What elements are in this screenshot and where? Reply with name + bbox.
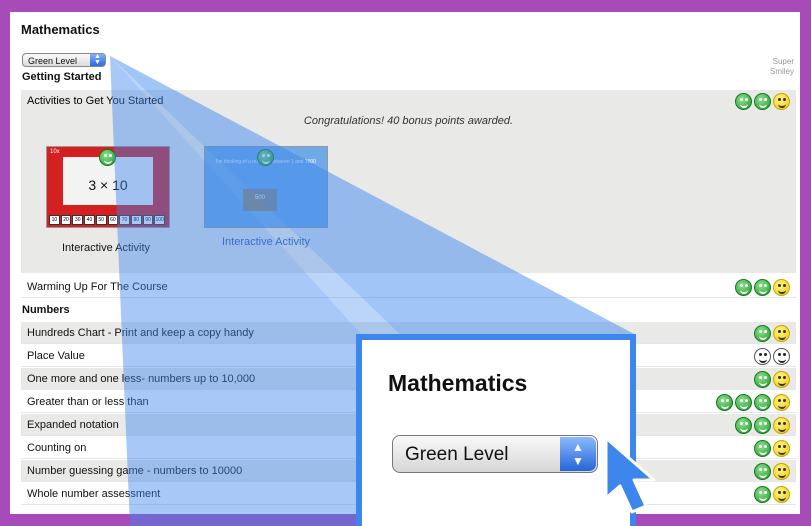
number-ruler: 10 20 30 40 50 60 70 80 90 100: [49, 215, 166, 225]
smiley-yellow-icon: [773, 463, 790, 480]
row-smileys: [754, 371, 790, 388]
smiley-green-icon: [754, 279, 771, 296]
smiley-green-icon: [735, 279, 752, 296]
smiley-green-icon: [754, 486, 771, 503]
row-smileys: [754, 325, 790, 342]
ruler-cell: 50: [95, 215, 107, 225]
smiley-green-icon: [754, 417, 771, 434]
section-getting-started: Getting Started: [22, 71, 102, 83]
zoom-title: Mathematics: [388, 370, 528, 396]
smiley-green-icon: [716, 394, 733, 411]
row-label: Expanded notation: [27, 419, 119, 431]
cursor-arrow-icon: [604, 436, 656, 514]
ruler-cell: 90: [142, 215, 154, 225]
zoom-callout: Mathematics Green Level ▲ ▼: [356, 334, 636, 526]
level-select[interactable]: Green Level ▲ ▼: [22, 53, 106, 67]
smiley-empty-icon: [754, 348, 771, 365]
ruler-cell: 30: [72, 215, 84, 225]
smiley-yellow-icon: [773, 371, 790, 388]
ruler-cell: 80: [130, 215, 142, 225]
stepper-arrows-icon: ▲ ▼: [90, 53, 105, 66]
row-label: Place Value: [27, 350, 85, 362]
row-label: Warming Up For The Course: [27, 281, 168, 293]
value-display: 500: [243, 189, 277, 211]
congrats-message: Congratulations! 40 bonus points awarded…: [303, 115, 514, 127]
ruler-cell: 100: [154, 215, 166, 225]
section-numbers: Numbers: [22, 304, 70, 316]
super-smiley-header: Super Smiley: [770, 57, 794, 77]
super-label: Super: [772, 57, 794, 66]
zoom-level-select[interactable]: Green Level ▲ ▼: [392, 435, 598, 473]
smiley-green-icon: [735, 93, 752, 110]
smiley-label: Smiley: [769, 67, 794, 76]
activities-block: Activities to Get You Started Congratula…: [21, 90, 796, 273]
ruler-cell: 60: [107, 215, 119, 225]
smiley-yellow-icon: [773, 93, 790, 110]
row-label: One more and one less- numbers up to 10,…: [27, 373, 256, 385]
list-item[interactable]: Warming Up For The Course: [21, 276, 796, 298]
ruler-cell: 10: [49, 215, 60, 225]
row-label: Number guessing game - numbers to 10000: [27, 465, 243, 477]
activity-label-1[interactable]: Interactive Activity: [31, 242, 181, 254]
row-label: Hundreds Chart - Print and keep a copy h…: [27, 327, 254, 339]
activity-thumbnail-guessing[interactable]: I'm thinking of a number between 1 and 1…: [204, 146, 328, 228]
guess-value: 500: [254, 195, 265, 201]
smiley-green-icon: [735, 394, 752, 411]
smiley-green-icon: [754, 463, 771, 480]
page-title: Mathematics: [21, 22, 100, 37]
activity-thumbnail-multiplication[interactable]: 10x 3 × 10 10 20 30 40 50 60 70 80 90 10…: [46, 146, 170, 228]
smiley-green-icon: [99, 149, 116, 166]
ruler-cell: 40: [84, 215, 95, 225]
smiley-green-icon: [257, 149, 274, 166]
smiley-green-icon: [754, 394, 771, 411]
activities-smileys: [735, 93, 790, 110]
smiley-green-icon: [754, 325, 771, 342]
row-smileys: [754, 348, 790, 365]
smiley-yellow-icon: [773, 486, 790, 503]
ruler-cell: 70: [119, 215, 130, 225]
row-smileys: [754, 463, 790, 480]
smiley-green-icon: [754, 440, 771, 457]
row-smileys: [735, 279, 790, 296]
smiley-green-icon: [754, 93, 771, 110]
activities-label[interactable]: Activities to Get You Started: [27, 95, 163, 107]
activity-label-2[interactable]: Interactive Activity: [191, 236, 341, 248]
row-smileys: [754, 440, 790, 457]
smiley-yellow-icon: [773, 279, 790, 296]
ruler-cell: 20: [60, 215, 72, 225]
row-smileys: [716, 394, 790, 411]
row-label: Counting on: [27, 442, 87, 454]
level-select-value: Green Level: [28, 56, 78, 66]
row-label: Greater than or less than: [27, 396, 149, 408]
smiley-yellow-icon: [773, 417, 790, 434]
smiley-yellow-icon: [773, 394, 790, 411]
row-smileys: [735, 417, 790, 434]
smiley-green-icon: [735, 417, 752, 434]
smiley-empty-icon: [773, 348, 790, 365]
row-label: Whole number assessment: [27, 488, 161, 500]
counter-label: 10x: [50, 149, 60, 155]
smiley-yellow-icon: [773, 440, 790, 457]
multiplication-expression: 3 × 10: [88, 177, 128, 193]
smiley-yellow-icon: [773, 325, 790, 342]
smiley-green-icon: [754, 371, 771, 388]
row-smileys: [754, 486, 790, 503]
zoom-select-value: Green Level: [405, 444, 509, 465]
stepper-arrows-icon: ▲ ▼: [560, 437, 596, 471]
